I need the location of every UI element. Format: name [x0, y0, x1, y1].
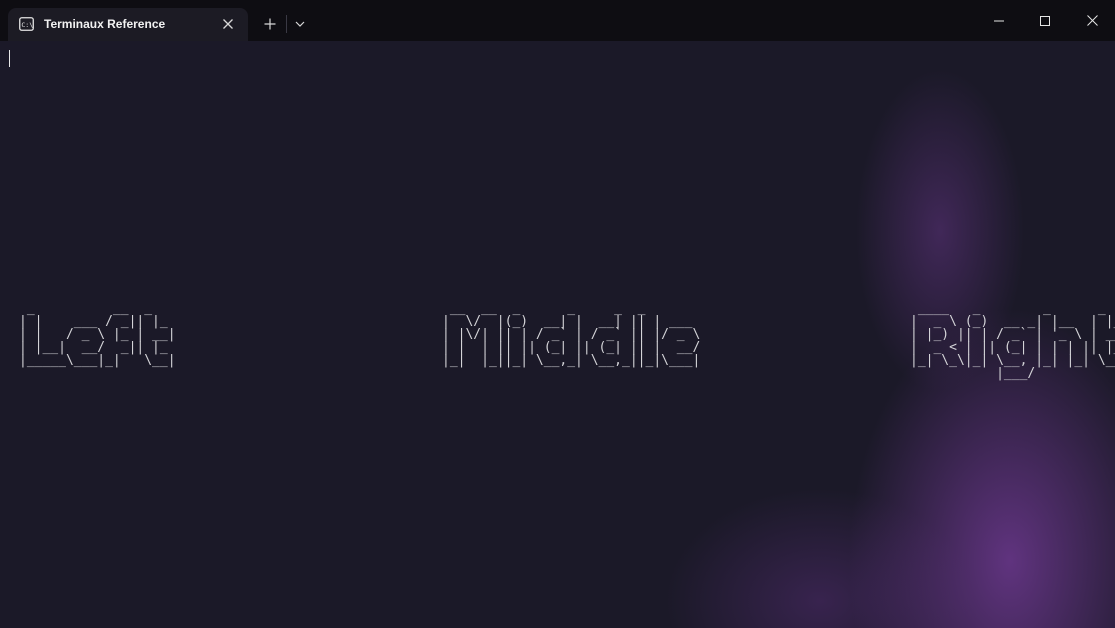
close-tab-button[interactable] [219, 15, 237, 33]
tab-separator [286, 15, 287, 33]
tab-title: Terminaux Reference [44, 17, 166, 31]
terminal-content[interactable]: _ __ _ | | ___ / _|| |_ | | / _ \ |_ | _… [0, 41, 1115, 628]
new-tab-button[interactable] [258, 12, 282, 36]
ascii-text-left: _ __ _ | | ___ / _|| |_ | | / _ \ |_ | _… [19, 301, 176, 368]
tab-terminaux-reference[interactable]: C:\ Terminaux Reference [8, 8, 248, 41]
plus-icon [264, 18, 276, 30]
close-window-button[interactable] [1069, 0, 1115, 41]
ascii-text-middle: __ __ _ _ _ _ | \/ |(_) __| | __| || | _… [442, 301, 701, 368]
terminal-icon: C:\ [19, 17, 34, 31]
title-bar[interactable]: C:\ Terminaux Reference [0, 0, 1115, 41]
maximize-button[interactable] [1022, 0, 1068, 41]
maximize-icon [1040, 15, 1050, 26]
minimize-icon [994, 20, 1004, 21]
chevron-down-icon [295, 21, 305, 27]
text-cursor [9, 50, 10, 67]
minimize-button[interactable] [976, 0, 1022, 41]
svg-text:C:\: C:\ [21, 21, 33, 29]
ascii-text-right: ____ _ _ _ | _ \ (_) __ _| |__ | |_ | |_… [910, 301, 1115, 381]
tab-dropdown-button[interactable] [290, 12, 310, 36]
close-icon [1086, 15, 1098, 26]
close-icon [223, 19, 233, 29]
terminal-window: C:\ Terminaux Reference _ __ _ | | ___ /… [0, 0, 1115, 628]
